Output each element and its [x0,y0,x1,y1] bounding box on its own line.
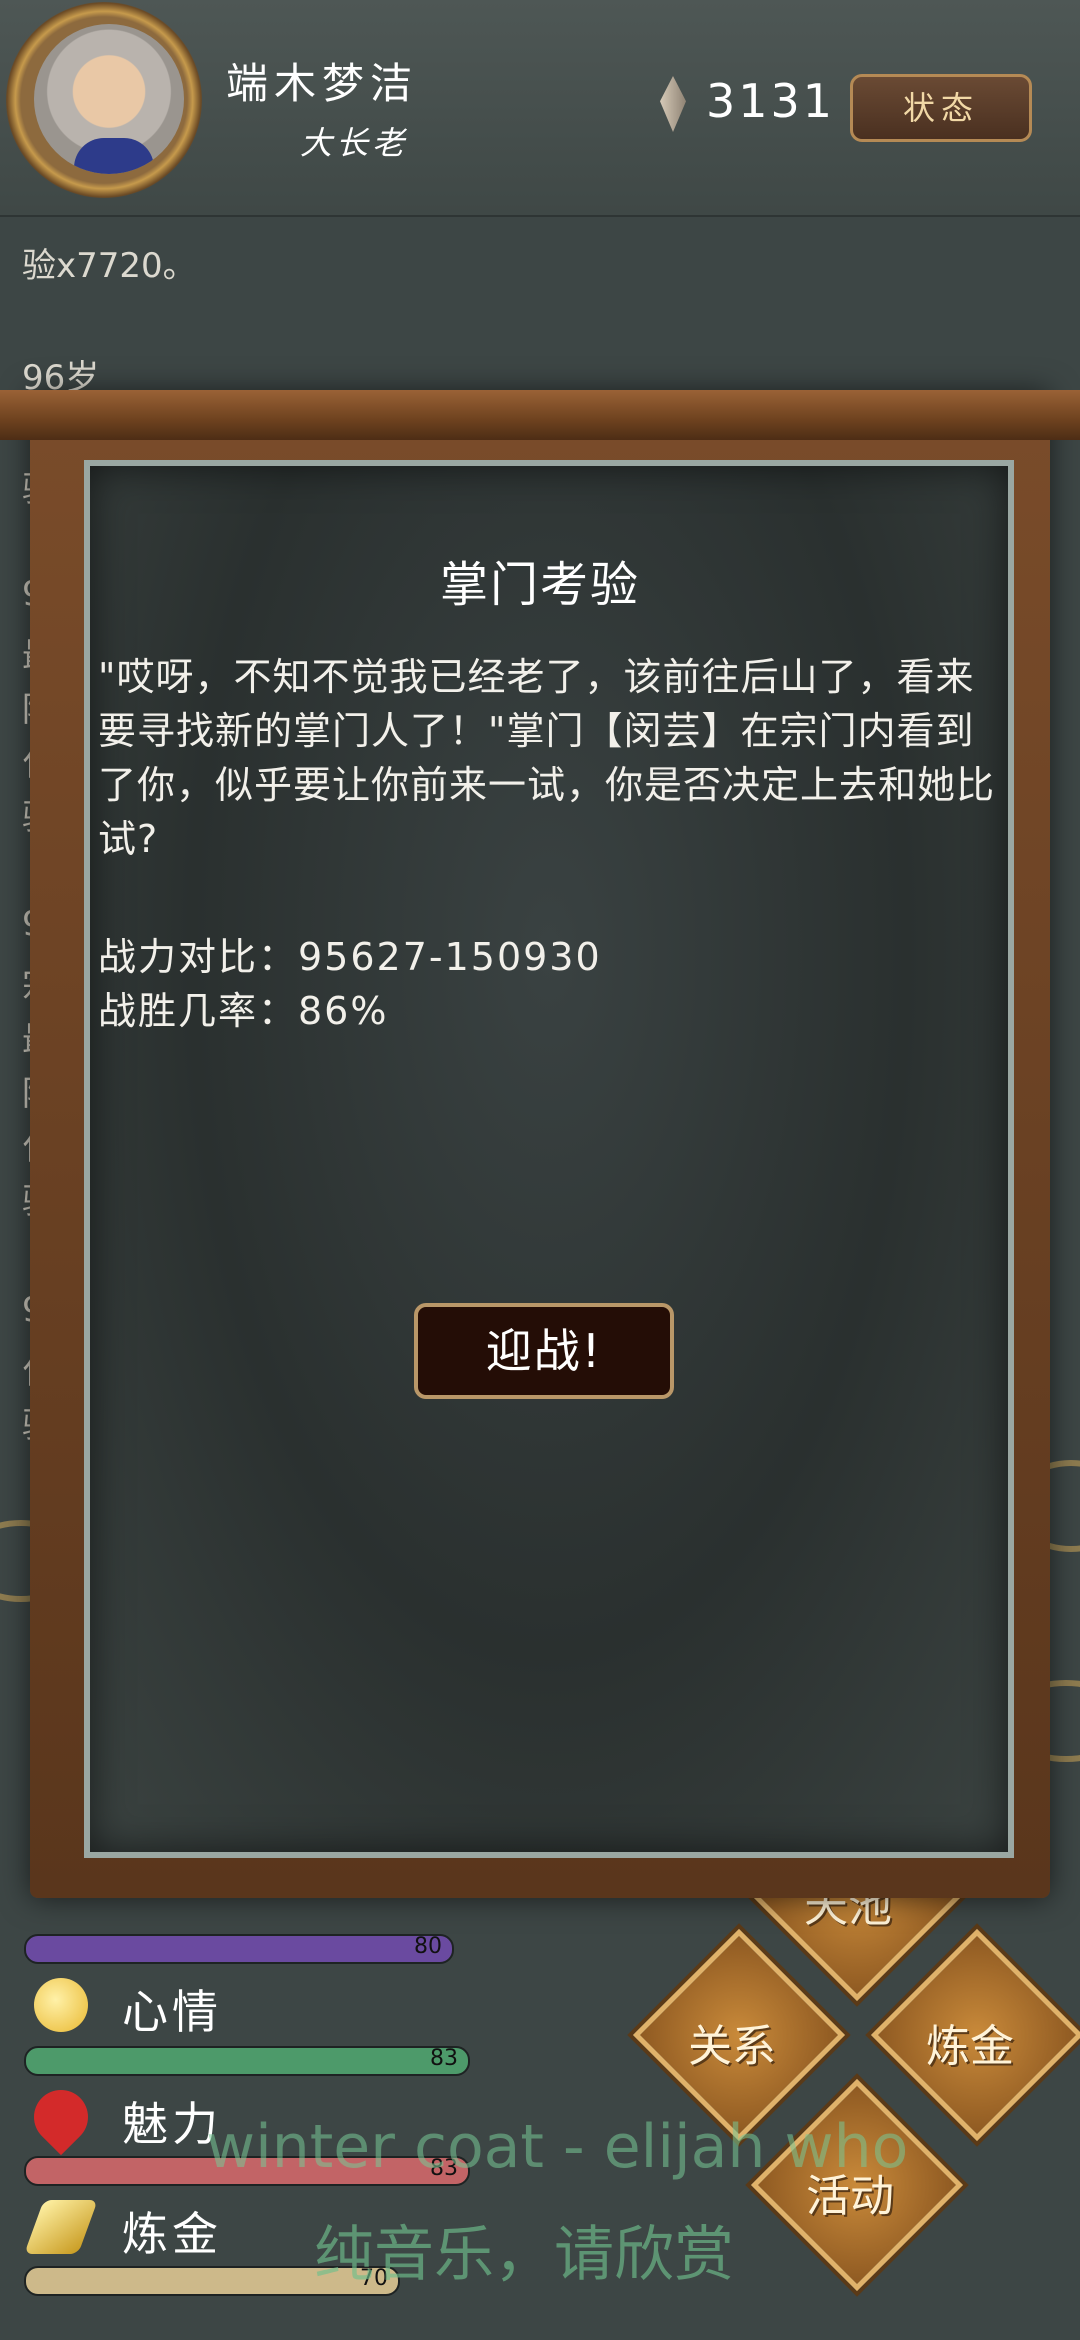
stat-value: 83 [430,2046,458,2071]
character-title: 大长老 [300,124,409,162]
action-label: 关系 [688,2021,776,2072]
modal-scroll-rod [0,390,1080,440]
stat-bar-1: 83 [24,2046,470,2076]
fight-button[interactable]: 迎战! [414,1303,674,1399]
win-rate: 战胜几率：86% [98,989,389,1033]
gem-count: 3131 [706,74,836,128]
caption-overlay: 纯音乐，请欣赏 [314,2220,734,2290]
action-label: 炼金 [926,2021,1014,2072]
character-name: 端木梦洁 [226,59,419,108]
avatar-portrait [34,24,184,174]
avatar[interactable] [6,2,202,198]
stat-value: 80 [414,1934,442,1959]
stat-label: 心情 [122,1985,222,2039]
modal-title: 掌门考验 [439,557,640,613]
modal-body: "哎呀，不知不觉我已经老了，该前往后山了，看来要寻找新的掌门人了！"掌门【闵芸】… [98,655,996,861]
stat-bar-0: 80 [24,1934,454,1964]
log-line: 验x7720。 [22,246,197,286]
top-header: 端木梦洁 大长老 3131 状态 [0,0,1080,217]
heart-icon [22,2078,100,2156]
smile-icon [34,1978,88,2032]
status-button[interactable]: 状态 [850,74,1032,142]
song-overlay: winter coat - elijah who [206,2112,909,2182]
gem-icon [660,76,686,132]
gold-ingot-icon [24,2200,98,2254]
stat-label: 炼金 [122,2207,222,2261]
power-compare: 战力对比：95627-150930 [98,935,602,979]
